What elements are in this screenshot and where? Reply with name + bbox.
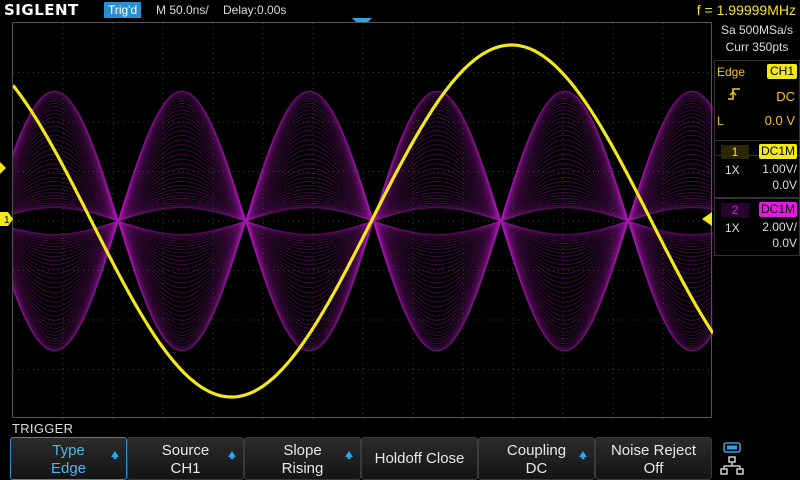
channel-coupling: DC1M (758, 144, 797, 159)
sample-rate: Sa 500MSa/s (720, 23, 794, 37)
arrow-up-icon (228, 451, 236, 459)
memory-depth: Curr 350pts (725, 40, 789, 54)
trigger-level-value: 0.0 V (764, 113, 795, 128)
trigger-coupling: DC (776, 89, 795, 104)
softkey-label: Coupling (506, 442, 567, 459)
frequency-readout: f = 1.99999MHz (696, 2, 796, 18)
ch1-marker-label: 1 (4, 215, 10, 226)
softkey-2[interactable]: Source CH1 (127, 437, 244, 480)
trigger-level-marker-left (0, 162, 6, 174)
probe-ratio: 1X (725, 163, 740, 177)
softkey-bar: Type Edge Source CH1 Slope Rising Holdoff Clos… (10, 437, 712, 480)
info-panel: Sa 500MSa/s Curr 350pts Edge CH1 DC L 0.… (714, 22, 800, 418)
waveform-canvas (13, 23, 713, 419)
softkey-1[interactable]: Type Edge (10, 437, 127, 480)
channel-number: 1 (721, 145, 749, 159)
trigger-source-badge: CH1 (766, 64, 797, 79)
trigger-status-badge: Trig'd (104, 2, 142, 18)
softkey-value: Edge (50, 460, 87, 477)
channel-offset: 0.0V (772, 236, 797, 250)
usb-icon (723, 442, 741, 453)
arrow-up-icon (579, 451, 587, 459)
softkey-label: Noise Reject (610, 442, 697, 459)
softkey-label: Slope (283, 442, 322, 459)
volt-scale: 2.00V/ (762, 220, 797, 234)
system-status-icons (720, 442, 744, 475)
softkey-value: Rising (281, 460, 324, 477)
softkey-label: Holdoff Close (374, 450, 465, 467)
softkey-5[interactable]: Coupling DC (478, 437, 595, 480)
channel-coupling: DC1M (758, 202, 797, 217)
softkey-3[interactable]: Slope Rising (244, 437, 361, 480)
waveform-display[interactable] (12, 22, 713, 419)
trigger-level-label: L (717, 114, 724, 128)
softkey-4[interactable]: Holdoff Close (361, 437, 478, 480)
trigger-level-marker-icon[interactable] (702, 212, 712, 226)
softkey-label: Type (52, 442, 85, 459)
menu-title: TRIGGER (12, 421, 74, 436)
softkey-value: Off (643, 460, 664, 477)
channel-1-info[interactable]: 1 DC1M 1X 1.00V/ 0.0V (714, 140, 800, 198)
softkey-value: CH1 (170, 460, 201, 477)
arrow-up-icon (345, 451, 353, 459)
volt-scale: 1.00V/ (762, 162, 797, 176)
softkey-6[interactable]: Noise Reject Off (595, 437, 712, 480)
delay-readout: Delay:0.00s (223, 3, 287, 17)
trigger-type-label: Edge (717, 65, 746, 79)
ch1-offset-marker[interactable]: 1 (0, 212, 13, 226)
siglent-logo: SIGLENT (4, 1, 79, 19)
probe-ratio: 1X (725, 221, 740, 235)
network-icon (720, 456, 744, 475)
channel-2-info[interactable]: 2 DC1M 1X 2.00V/ 0.0V (714, 198, 800, 256)
arrow-up-icon (111, 451, 119, 459)
softkey-label: Source (161, 442, 210, 459)
timebase-readout: M 50.0ns/ (156, 3, 209, 17)
channel-number: 2 (721, 203, 749, 217)
softkey-value: DC (525, 460, 548, 477)
channel-offset: 0.0V (772, 178, 797, 192)
status-bar: SIGLENT Trig'd M 50.0ns/ Delay:0.00s f =… (0, 0, 800, 20)
rising-edge-icon (728, 88, 740, 100)
